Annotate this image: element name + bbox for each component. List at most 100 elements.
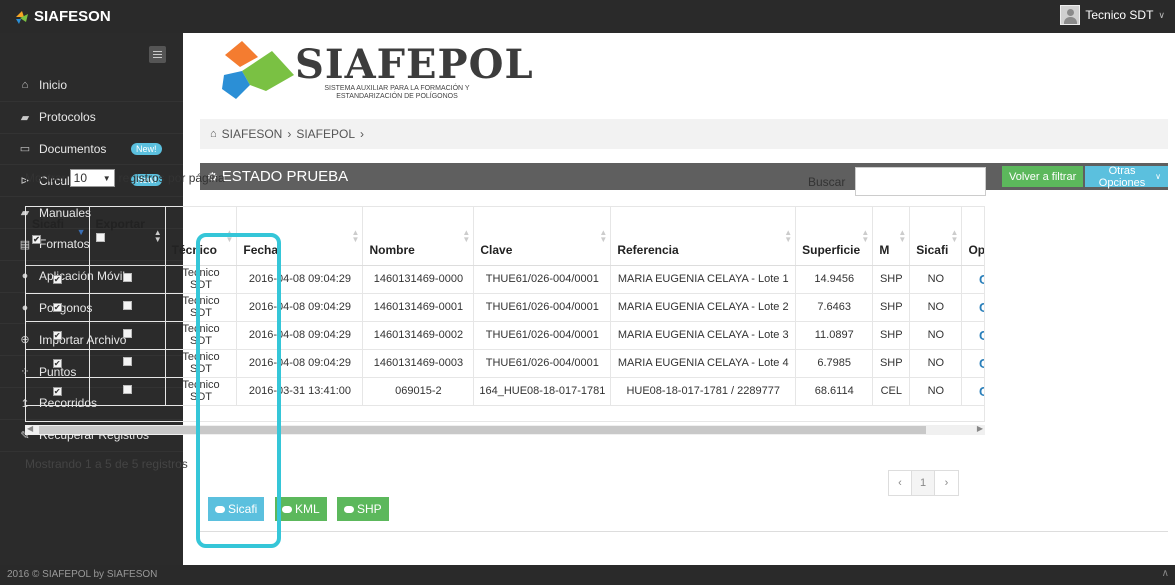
exportar-checkbox[interactable]	[122, 357, 132, 366]
column-header-label: Sicafi	[916, 242, 949, 257]
sort-icon: ▲ ▼	[351, 228, 360, 244]
sicafi-checkbox[interactable]: ✔	[52, 303, 62, 312]
brand-logo-icon	[16, 10, 28, 24]
siafepol-logo-icon	[222, 41, 294, 99]
brand[interactable]: SIAFESON	[14, 8, 111, 25]
book-icon: ▰	[20, 111, 30, 124]
sicafi-checkbox[interactable]: ✔	[52, 387, 62, 396]
referencia-cell: MARIA EUGENIA CELAYA - Lote 4	[610, 349, 797, 378]
pager-page-1[interactable]: 1	[912, 471, 935, 495]
refilter-button[interactable]: Volver a filtrar	[1002, 166, 1084, 187]
sidebar-item-documentos[interactable]: ▭ Documentos New!	[0, 134, 183, 166]
sicafi-checkbox[interactable]: ✔	[52, 331, 62, 340]
table-row: ✔ Tecnico SDT 2016-04-08 09:04:29 146013146…	[26, 349, 984, 378]
op-cell[interactable]: C	[961, 349, 984, 378]
page-length-value: 10	[73, 171, 88, 185]
sort-icon: ▲ ▼	[950, 228, 959, 244]
tecnico-cell: Tecnico SDT	[165, 349, 238, 378]
sort-icon: ▼	[76, 227, 86, 237]
page-length-select[interactable]: 10 ▼	[69, 169, 115, 187]
home-icon: ⌂	[21, 79, 29, 92]
op-cell[interactable]: C	[961, 377, 984, 406]
panel-title: ESTADO PRUEBA	[221, 168, 349, 185]
siafepol-logo: SIAFEPOL SISTEMA AUXILIAR PARA LA FORMAC…	[220, 39, 533, 109]
op-cell[interactable]: C	[961, 321, 984, 350]
superficie-cell: 11.0897	[795, 321, 874, 350]
pager-prev[interactable]: ‹	[889, 471, 912, 495]
scroll-left-icon[interactable]: ◀	[27, 424, 33, 433]
data-table: Sicafi ✔ ▼ Exportar ▲ ▼ Técnico ▲ ▼ Fecha ▲ ▼ Nombre…	[25, 206, 985, 422]
exportar-checkbox[interactable]	[122, 385, 132, 394]
superficie-cell: 68.6114	[795, 377, 874, 406]
column-header[interactable]: Clave ▲ ▼	[473, 207, 612, 266]
sort-icon: ▲ ▼	[153, 228, 162, 244]
breadcrumb-current[interactable]: SIAFEPOL	[296, 127, 355, 141]
column-header[interactable]: Sicafi ▲ ▼	[909, 207, 963, 266]
column-header[interactable]: Sicafi ✔ ▼	[26, 207, 90, 266]
nombre-cell: 1460131469-0002	[362, 321, 475, 350]
tecnico-cell: Tecnico SDT	[165, 293, 238, 322]
scroll-right-icon[interactable]: ▶	[977, 424, 983, 433]
fecha-cell: 2016-04-08 09:04:29	[236, 349, 364, 378]
sidebar-item-inicio[interactable]: ⌂ Inicio	[0, 70, 183, 102]
sicafi-checkbox[interactable]: ✔	[52, 275, 62, 284]
export-shp-button[interactable]: SHP	[337, 497, 389, 521]
other-options-label: Otras Opciones	[1098, 164, 1146, 189]
sidebar-item-label: Documentos	[39, 141, 107, 156]
other-options-button[interactable]: Otras Opciones ∨	[1085, 164, 1168, 189]
m-cell: SHP	[872, 321, 911, 350]
exportar-checkbox[interactable]	[122, 273, 132, 282]
brand-name: SIAFESON	[34, 8, 111, 25]
column-header[interactable]: M ▲ ▼	[872, 207, 911, 266]
exportar-checkbox[interactable]	[122, 301, 132, 310]
nombre-cell: 1460131469-0001	[362, 293, 475, 322]
table-row: ✔ Tecnico SDT 2016-04-08 09:04:29 146013146…	[26, 293, 984, 322]
user-menu[interactable]: Tecnico SDT ∨	[1060, 5, 1165, 25]
column-header[interactable]: Referencia ▲ ▼	[610, 207, 797, 266]
export-sicafi-label: Sicafi	[228, 502, 258, 516]
sidebar-item-protocolos[interactable]: ▰ Protocolos	[0, 102, 183, 134]
column-header[interactable]: Exportar ▲ ▼	[89, 207, 166, 266]
menu-toggle-icon[interactable]	[149, 46, 166, 63]
export-kml-button[interactable]: KML	[275, 497, 327, 521]
select-all-checkbox[interactable]: ✔	[32, 235, 41, 244]
column-header[interactable]: Técnico ▲ ▼	[165, 207, 238, 266]
column-header[interactable]: Op▲▼	[961, 207, 984, 266]
column-header-label: Sicafi	[32, 217, 65, 231]
column-header[interactable]: Nombre ▲ ▼	[362, 207, 475, 266]
op-cell[interactable]: C	[961, 265, 984, 294]
pager-next[interactable]: ›	[935, 471, 958, 495]
table-info: Mostrando 1 a 5 de 5 registros	[25, 457, 188, 471]
exportar-checkbox[interactable]	[122, 329, 132, 338]
breadcrumb-home[interactable]: SIAFESON	[222, 127, 283, 141]
column-header-label: Superficie	[802, 242, 861, 257]
superficie-cell: 7.6463	[795, 293, 874, 322]
sicafi2-cell: NO	[909, 349, 963, 378]
panel-header: ⚙ ESTADO PRUEBA Volver a filtrar Otras O…	[200, 163, 1168, 190]
exportar-cell	[89, 349, 166, 378]
scroll-top-icon[interactable]: ∧	[1162, 568, 1169, 579]
sicafi-checkbox[interactable]: ✔	[52, 359, 62, 368]
sicafi-cell: ✔	[26, 293, 90, 322]
tecnico-cell: Tecnico SDT	[165, 321, 238, 350]
export-sicafi-button[interactable]: Sicafi	[208, 497, 265, 521]
m-cell: SHP	[872, 293, 911, 322]
column-header[interactable]: Superficie ▲ ▼	[795, 207, 874, 266]
select-all-checkbox[interactable]	[95, 233, 105, 242]
horizontal-scrollbar[interactable]: ◀ ▶	[25, 424, 985, 435]
op-cell[interactable]: C	[961, 293, 984, 322]
referencia-cell: MARIA EUGENIA CELAYA - Lote 3	[610, 321, 797, 350]
column-header[interactable]: Fecha ▲ ▼	[236, 207, 364, 266]
table-row: ✔ Tecnico SDT 2016-04-08 09:04:29 146013146…	[26, 321, 984, 350]
referencia-cell: MARIA EUGENIA CELAYA - Lote 1	[610, 265, 797, 294]
clave-cell: THUE61/026-004/0001	[473, 265, 612, 294]
table-body: ✔ Tecnico SDT 2016-04-08 09:04:29 146013146…	[26, 265, 984, 406]
scrollbar-thumb[interactable]	[39, 426, 926, 434]
sort-icon: ▲ ▼	[599, 228, 608, 244]
caret-down-icon: ▼	[102, 173, 111, 183]
avatar	[1060, 5, 1081, 25]
new-badge: New!	[131, 142, 162, 155]
user-name: Tecnico SDT	[1085, 8, 1154, 22]
sicafi2-cell: NO	[909, 321, 963, 350]
search-input[interactable]	[855, 167, 987, 196]
